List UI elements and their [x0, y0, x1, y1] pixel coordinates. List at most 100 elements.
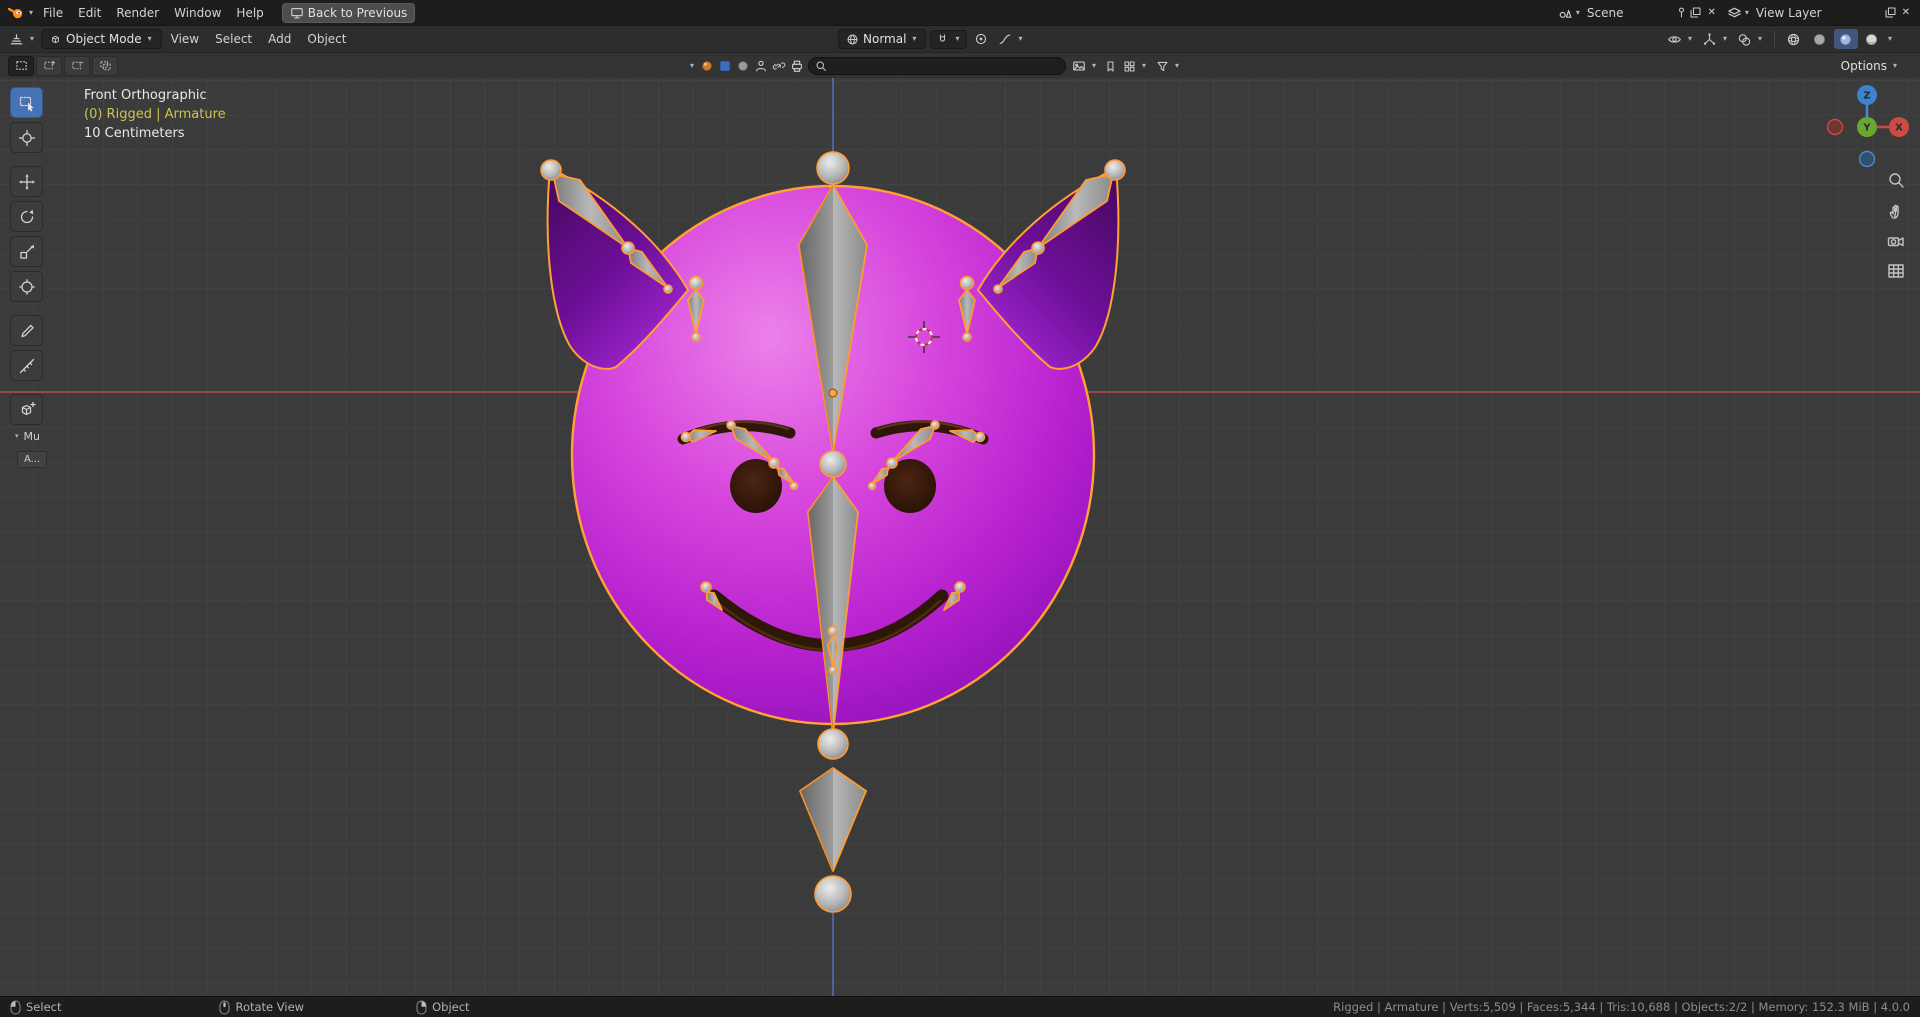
joint-root[interactable]	[814, 875, 852, 913]
texture-square-icon[interactable]	[718, 59, 732, 73]
delete-scene-icon[interactable]: ✕	[1703, 4, 1719, 21]
cluster-chevron-icon[interactable]: ▾	[688, 62, 696, 70]
transform-orientation-dropdown[interactable]: Normal ▾	[838, 29, 927, 49]
menu-object[interactable]: Object	[300, 29, 353, 49]
select-mode-intersect-button[interactable]	[92, 55, 118, 76]
menu-file[interactable]: File	[36, 3, 70, 23]
camera-view-button[interactable]	[1886, 231, 1908, 253]
joint-horn-right-tip[interactable]	[1104, 159, 1126, 181]
gizmo-x-negative-ball[interactable]	[1826, 118, 1844, 136]
joint-horn-right-base[interactable]	[993, 284, 1003, 294]
joint-brow-left-mid[interactable]	[726, 420, 736, 430]
menu-help[interactable]: Help	[229, 3, 270, 23]
menu-render[interactable]: Render	[109, 3, 166, 23]
options-button[interactable]: Options ▾	[1834, 57, 1906, 75]
overlays-dropdown[interactable]: ▾	[1734, 30, 1767, 49]
search-input-wrapper[interactable]	[808, 57, 1067, 75]
tool-select-box[interactable]	[10, 87, 43, 118]
tool-move[interactable]	[10, 166, 43, 197]
pin-icon[interactable]	[1675, 6, 1688, 19]
thumbnail-dropdown[interactable]: ▾	[1070, 57, 1100, 75]
view-layer-icon[interactable]	[1727, 5, 1742, 20]
tool-transform[interactable]	[10, 271, 43, 302]
scene-name[interactable]: Scene	[1583, 3, 1628, 23]
scene-icon[interactable]	[1558, 5, 1573, 20]
joint-brow-top-left-end[interactable]	[691, 332, 701, 342]
joint-horn-left-tip[interactable]	[540, 159, 562, 181]
scene-browse-chevron-icon[interactable]: ▾	[1574, 8, 1582, 17]
view-layer-browse-chevron-icon[interactable]: ▾	[1743, 8, 1751, 17]
tool-add-cube[interactable]	[10, 394, 43, 425]
select-mode-set-button[interactable]	[8, 55, 34, 76]
remove-view-layer-icon[interactable]: ✕	[1898, 4, 1914, 21]
bone-root[interactable]	[799, 767, 867, 872]
joint-horn-right-mid[interactable]	[1031, 241, 1045, 255]
tool-annotate[interactable]	[10, 315, 43, 346]
new-scene-icon[interactable]	[1689, 6, 1702, 19]
view-layer-name[interactable]: View Layer	[1752, 3, 1826, 23]
menu-add[interactable]: Add	[261, 29, 298, 49]
gizmos-dropdown[interactable]: ▾	[1699, 30, 1732, 49]
joint-brow-left-outer[interactable]	[680, 431, 692, 443]
editor-type-button[interactable]: ▾	[6, 30, 39, 49]
link-icon[interactable]	[772, 59, 786, 73]
joint-horn-left-base[interactable]	[663, 284, 673, 294]
object-visibility-dropdown[interactable]: ▾	[1664, 30, 1697, 49]
mode-dropdown[interactable]: Object Mode ▾	[41, 29, 162, 49]
joint-chin-top[interactable]	[827, 625, 839, 637]
joint-head-top[interactable]	[816, 151, 850, 185]
panel-button-a[interactable]: A...	[17, 451, 48, 468]
menu-view[interactable]: View	[164, 29, 206, 49]
viewport-canvas[interactable]	[0, 78, 1920, 996]
back-to-previous-button[interactable]: Back to Previous	[281, 2, 416, 23]
snap-dropdown[interactable]: ▾	[930, 29, 968, 49]
pan-hand-button[interactable]	[1886, 201, 1908, 223]
joint-brow-top-left[interactable]	[688, 275, 704, 291]
tool-measure[interactable]	[10, 350, 43, 381]
select-mode-extend-button[interactable]	[36, 55, 62, 76]
joint-brow-top-right[interactable]	[959, 275, 975, 291]
menu-window[interactable]: Window	[167, 3, 228, 23]
joint-brow-left-inner[interactable]	[768, 457, 780, 469]
blender-logo-icon[interactable]	[6, 4, 26, 22]
shading-material-preview-button[interactable]	[1833, 29, 1858, 49]
joint-horn-left-mid[interactable]	[621, 241, 635, 255]
zoom-button[interactable]	[1886, 170, 1908, 192]
joint-neck[interactable]	[817, 728, 849, 760]
menu-edit[interactable]: Edit	[71, 3, 108, 23]
shading-wireframe-button[interactable]	[1782, 29, 1806, 49]
joint-brow-right-outer[interactable]	[974, 431, 986, 443]
joint-brow-top-right-end[interactable]	[962, 332, 972, 342]
shading-rendered-button[interactable]	[1860, 29, 1884, 49]
app-menu-chevron-icon[interactable]: ▾	[27, 8, 35, 17]
viewport-3d[interactable]: Front Orthographic (0) Rigged | Armature…	[0, 78, 1920, 996]
tool-rotate[interactable]	[10, 201, 43, 232]
select-mode-subtract-button[interactable]	[64, 55, 90, 76]
joint-chin-bottom[interactable]	[828, 665, 838, 675]
filter-dropdown[interactable]: ▾	[1154, 58, 1183, 75]
printer-icon[interactable]	[790, 59, 804, 73]
search-input[interactable]	[831, 59, 1060, 73]
panel-tab-mu[interactable]: ▾ Mu	[13, 430, 40, 443]
joint-smile-right[interactable]	[954, 581, 966, 593]
joint-eye-left[interactable]	[789, 481, 799, 491]
joint-smile-left[interactable]	[700, 581, 712, 593]
shading-solid-button[interactable]	[1808, 29, 1832, 49]
joint-brow-right-mid[interactable]	[930, 420, 940, 430]
shading-chevron-icon[interactable]: ▾	[1886, 35, 1894, 43]
joint-brow-right-inner[interactable]	[886, 457, 898, 469]
new-view-layer-icon[interactable]	[1884, 6, 1897, 19]
tool-scale[interactable]	[10, 236, 43, 267]
proportional-falloff-dropdown[interactable]: ▾	[995, 30, 1027, 48]
menu-select[interactable]: Select	[208, 29, 259, 49]
world-sphere-icon[interactable]	[736, 59, 750, 73]
tool-cursor[interactable]	[10, 122, 43, 153]
gizmo-z-negative-ball[interactable]	[1858, 150, 1876, 168]
material-ball-icon[interactable]	[700, 59, 714, 73]
proportional-editing-icon[interactable]	[971, 32, 991, 46]
joint-head-center[interactable]	[819, 450, 847, 478]
navigation-gizmo[interactable]: Z X Y	[1821, 81, 1913, 173]
display-mode-dropdown[interactable]: ▾	[1121, 58, 1150, 75]
armature-person-icon[interactable]	[754, 59, 768, 73]
toggle-ortho-button[interactable]	[1886, 261, 1908, 283]
